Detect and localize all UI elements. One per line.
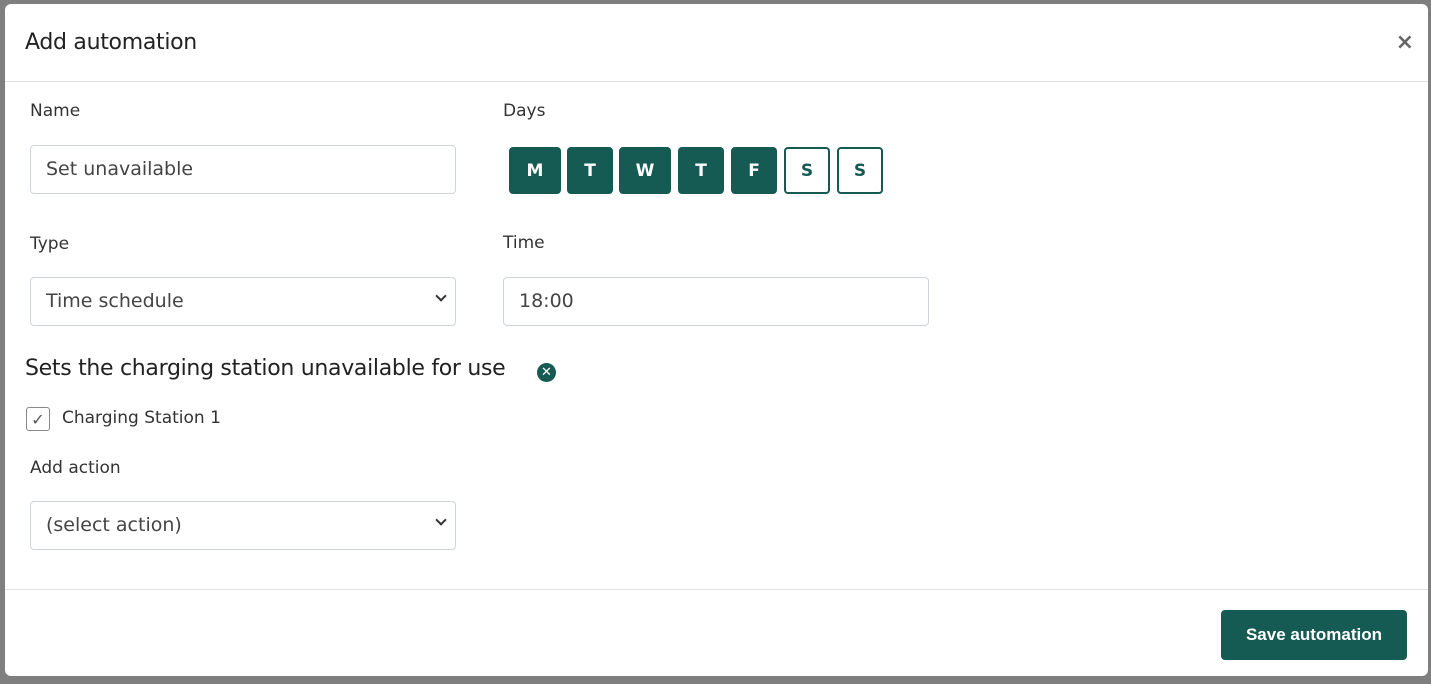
day-monday[interactable]: M [509, 147, 561, 194]
dialog-footer-divider [5, 589, 1428, 590]
type-label: Type [30, 234, 70, 254]
days-label: Days [503, 101, 546, 121]
save-automation-button[interactable]: Save automation [1221, 610, 1407, 660]
add-action-select-value: (select action) [46, 514, 182, 536]
name-label: Name [30, 101, 81, 121]
dialog-header: Add automation × [5, 4, 1428, 82]
day-sunday[interactable]: S [837, 147, 883, 194]
type-select[interactable]: Time schedule [30, 277, 456, 326]
day-tuesday[interactable]: T [567, 147, 613, 194]
add-action-label: Add action [30, 458, 121, 478]
name-input[interactable]: Set unavailable [30, 145, 456, 194]
day-wednesday[interactable]: W [619, 147, 671, 194]
time-input[interactable]: 18:00 [503, 277, 929, 326]
day-thursday[interactable]: T [678, 147, 724, 194]
chevron-down-icon [435, 290, 447, 302]
remove-action-icon[interactable]: ✕ [537, 363, 556, 382]
close-icon[interactable]: × [1396, 30, 1414, 55]
add-action-select[interactable]: (select action) [30, 501, 456, 550]
chevron-down-icon [435, 514, 447, 526]
day-saturday[interactable]: S [784, 147, 830, 194]
station-checkbox[interactable]: ✓ [26, 407, 50, 431]
day-friday[interactable]: F [731, 147, 777, 194]
add-automation-dialog: Add automation × Name Set unavailable Da… [5, 4, 1428, 676]
action-title: Sets the charging station unavailable fo… [25, 356, 506, 381]
station-label: Charging Station 1 [62, 408, 221, 428]
time-label: Time [503, 233, 545, 253]
type-select-value: Time schedule [46, 290, 184, 312]
dialog-title: Add automation [25, 30, 197, 55]
